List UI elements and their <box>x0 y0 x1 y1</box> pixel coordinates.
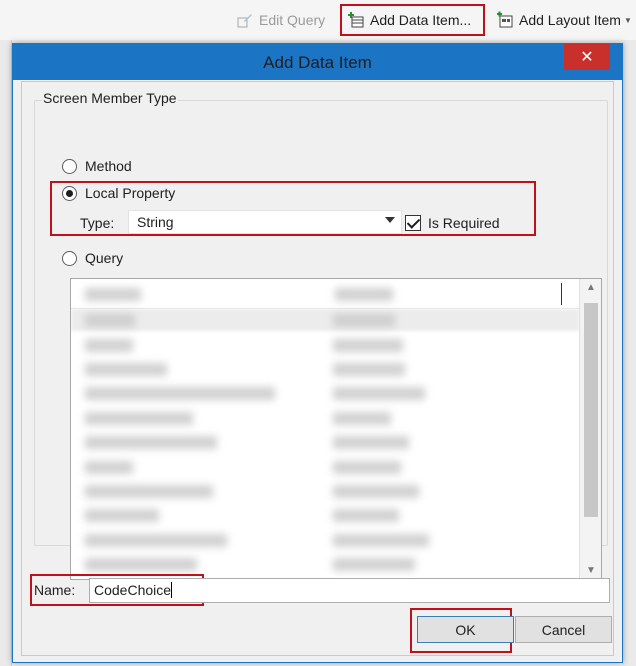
grid-cell <box>85 387 275 400</box>
radio-method-label: Method <box>85 158 132 174</box>
radio-button-method[interactable] <box>62 158 77 174</box>
is-required-checkbox[interactable] <box>405 215 421 231</box>
grid-header <box>71 279 601 309</box>
grid-selected-row[interactable] <box>71 309 579 331</box>
grid-cell <box>333 387 425 400</box>
add-data-item-button[interactable]: Add Data Item... <box>340 4 485 36</box>
grid-cell <box>333 363 405 376</box>
query-list-grid[interactable]: ▲ ▼ <box>70 278 602 580</box>
grid-cell <box>333 485 419 498</box>
edit-query-label: Edit Query <box>259 12 326 28</box>
add-layout-item-icon <box>496 11 514 29</box>
cancel-button[interactable]: Cancel <box>515 616 612 643</box>
column-divider <box>561 283 562 305</box>
designer-toolbar: Edit Query Add Data Item... Add Layout I… <box>0 0 636 40</box>
background-panel-left <box>0 40 12 666</box>
grid-cell <box>333 534 429 547</box>
radio-local-property[interactable]: Local Property <box>62 185 175 201</box>
type-dropdown[interactable]: String <box>128 210 402 234</box>
name-label: Name: <box>34 582 76 598</box>
add-layout-item-button[interactable]: Add Layout Item ▼ <box>492 4 636 36</box>
edit-query-icon <box>236 11 254 29</box>
grid-cell <box>85 558 197 571</box>
add-data-item-dialog: Add Data Item ✕ Screen Member Type Metho… <box>12 43 623 663</box>
is-required-option[interactable]: Is Required <box>405 215 500 231</box>
background-panel-right <box>622 40 636 666</box>
grid-cell <box>333 461 401 474</box>
text-caret <box>171 582 173 598</box>
radio-query[interactable]: Query <box>62 250 123 266</box>
add-data-item-icon <box>347 11 365 29</box>
radio-local-property-label: Local Property <box>85 185 176 201</box>
scroll-up-icon[interactable]: ▲ <box>586 282 596 293</box>
grid-vertical-scrollbar[interactable]: ▲ ▼ <box>579 279 601 579</box>
edit-query-button[interactable]: Edit Query <box>232 4 329 36</box>
grid-cell <box>85 412 193 425</box>
close-button[interactable]: ✕ <box>564 44 610 70</box>
chevron-down-icon[interactable] <box>385 217 395 223</box>
grid-cell <box>333 509 399 522</box>
radio-button-local-property[interactable] <box>62 185 77 201</box>
type-label: Type: <box>80 215 115 231</box>
close-icon: ✕ <box>580 49 594 66</box>
ok-button[interactable]: OK <box>417 616 514 643</box>
grid-cell <box>333 314 395 327</box>
grid-cell <box>85 363 167 376</box>
type-dropdown-value: String <box>137 214 174 230</box>
grid-cell <box>85 314 135 327</box>
grid-cell <box>85 436 217 449</box>
radio-method[interactable]: Method <box>62 158 132 174</box>
dialog-title: Add Data Item <box>263 53 372 72</box>
grid-cell <box>333 412 391 425</box>
grid-cell <box>85 339 133 352</box>
dialog-title-bar[interactable]: Add Data Item ✕ <box>13 44 622 80</box>
screen-member-type-label: Screen Member Type <box>42 90 178 106</box>
chevron-down-icon[interactable]: ▼ <box>624 16 632 25</box>
grid-header-cell <box>335 288 393 301</box>
grid-cell <box>85 534 227 547</box>
ok-label: OK <box>455 621 476 638</box>
scrollbar-thumb[interactable] <box>584 303 598 517</box>
grid-cell <box>333 558 415 571</box>
add-layout-item-label: Add Layout Item <box>519 12 621 28</box>
grid-cell <box>333 436 409 449</box>
grid-cell <box>85 461 133 474</box>
radio-query-label: Query <box>85 250 124 266</box>
dialog-body: Screen Member Type Method Local Property… <box>21 81 614 656</box>
name-input[interactable]: CodeChoice <box>89 578 610 603</box>
cancel-label: Cancel <box>541 621 586 638</box>
grid-cell <box>333 339 403 352</box>
is-required-label: Is Required <box>428 215 500 231</box>
grid-cell <box>85 485 213 498</box>
scroll-down-icon[interactable]: ▼ <box>586 565 596 576</box>
radio-button-query[interactable] <box>62 250 77 266</box>
name-input-value: CodeChoice <box>94 582 172 598</box>
grid-cell <box>85 509 159 522</box>
add-data-item-label: Add Data Item... <box>370 12 472 28</box>
grid-header-cell <box>85 288 141 301</box>
